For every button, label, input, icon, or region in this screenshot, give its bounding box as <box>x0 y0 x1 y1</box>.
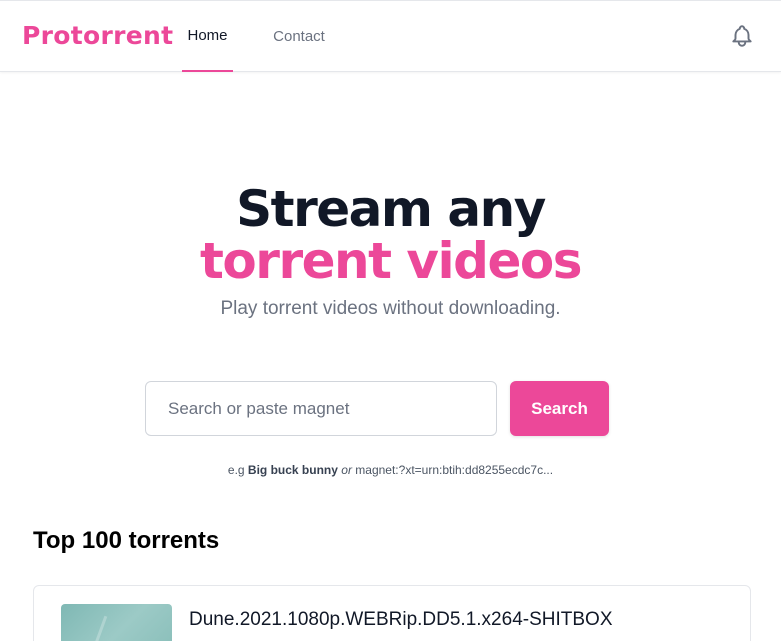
hero-title-line2: torrent videos <box>200 232 582 290</box>
nav-link-home[interactable]: Home <box>182 1 233 72</box>
nav-link-contact[interactable]: Contact <box>268 1 330 72</box>
bell-icon[interactable] <box>729 23 755 49</box>
example-magnet[interactable]: magnet:?xt=urn:btih:dd8255ecdc7c... <box>355 463 553 477</box>
hero-subtitle: Play torrent videos without downloading. <box>220 298 561 319</box>
logo[interactable]: Protorrent <box>22 21 173 50</box>
section-title: Top 100 torrents <box>33 527 220 554</box>
hero-title-line1: Stream any <box>236 180 546 238</box>
search-input[interactable] <box>145 381 497 436</box>
search-button[interactable]: Search <box>510 381 609 436</box>
navbar: Protorrent Home Contact <box>0 0 781 72</box>
example-bold[interactable]: Big buck bunny <box>248 463 338 477</box>
example-prefix: e.g <box>227 463 245 477</box>
torrent-name[interactable]: Dune.2021.1080p.WEBRip.DD5.1.x264-SHITBO… <box>189 609 613 631</box>
list-item[interactable]: Dune.2021.1080p.WEBRip.DD5.1.x264-SHITBO… <box>33 585 751 641</box>
example-or: or <box>341 463 352 477</box>
torrent-thumbnail[interactable] <box>61 604 172 641</box>
search-example: e.g Big buck bunny or magnet:?xt=urn:bti… <box>0 463 781 477</box>
